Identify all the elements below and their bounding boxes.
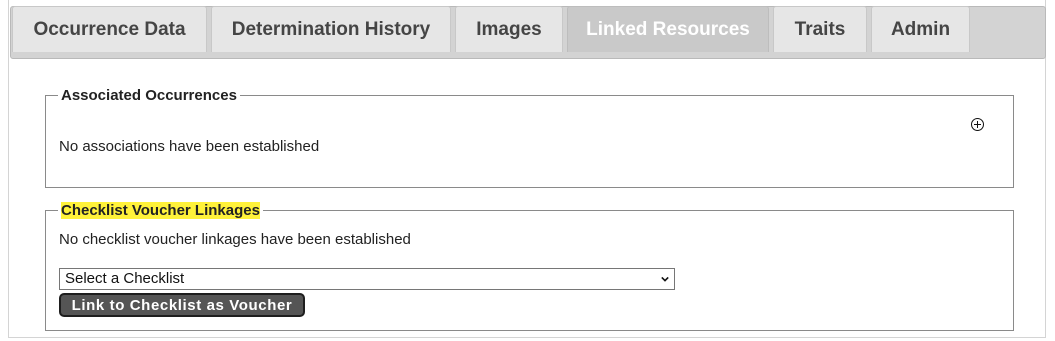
tab-admin[interactable]: Admin: [871, 6, 970, 52]
link-to-checklist-button[interactable]: Link to Checklist as Voucher: [59, 293, 305, 317]
checklist-select-value: Select a Checklist: [65, 270, 185, 287]
tab-images[interactable]: Images: [455, 6, 563, 52]
checklist-voucher-legend: Checklist Voucher Linkages: [58, 202, 263, 220]
highlighted-legend-text: Checklist Voucher Linkages: [61, 202, 260, 219]
no-checklist-linkages-message: No checklist voucher linkages have been …: [59, 231, 411, 248]
add-circle-icon[interactable]: [971, 118, 984, 131]
chevron-down-icon: [661, 276, 669, 282]
tab-linked-resources[interactable]: Linked Resources: [567, 6, 769, 52]
tab-traits[interactable]: Traits: [773, 6, 867, 52]
tab-determination-history[interactable]: Determination History: [211, 6, 451, 52]
tab-occurrence-data[interactable]: Occurrence Data: [12, 6, 207, 52]
checklist-select[interactable]: Select a Checklist: [59, 268, 675, 290]
no-associations-message: No associations have been established: [59, 138, 320, 155]
associated-occurrences-legend: Associated Occurrences: [58, 87, 240, 105]
